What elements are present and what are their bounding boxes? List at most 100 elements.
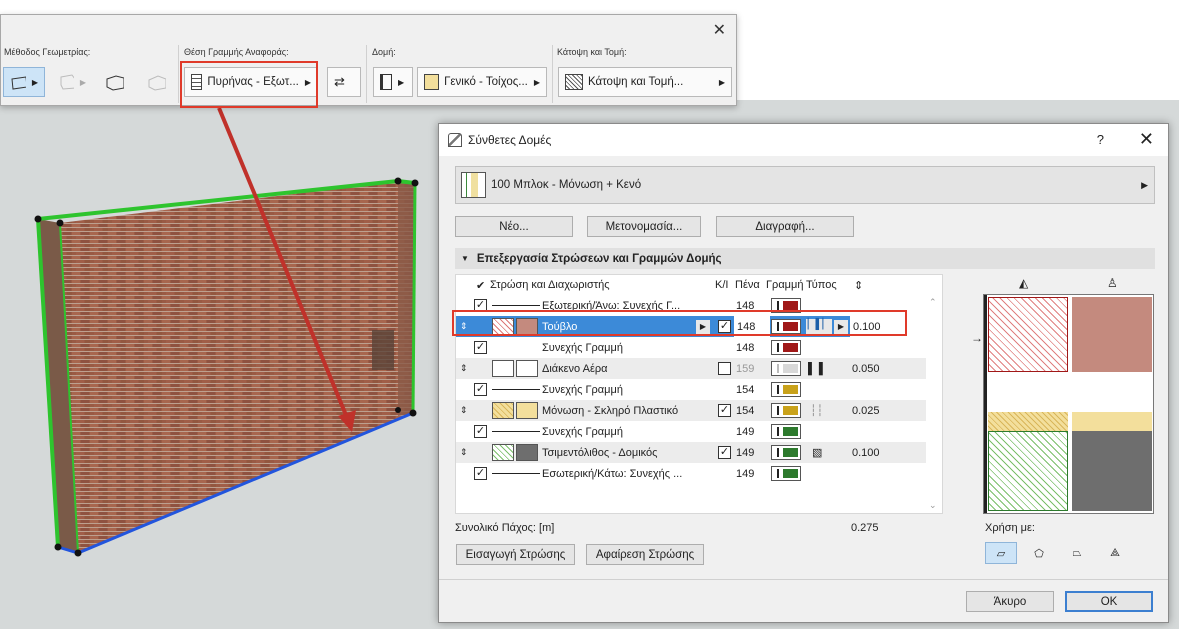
dialog-title: Σύνθετες Δομές [468, 133, 552, 147]
row-pen: 159 [736, 362, 755, 375]
row-pen: 154 [736, 404, 755, 417]
drag-handle-icon[interactable]: ⇕ [460, 442, 468, 463]
geometry-method-group: Μέθοδος Γεωμετρίας: ▶ ▶ [1, 45, 179, 103]
wall-use-icon[interactable]: ▱ [985, 542, 1017, 564]
table-row[interactable]: ✓ Συνεχής Γραμμή 148 [456, 337, 926, 358]
row-pen: 149 [736, 425, 755, 438]
row-checkbox[interactable]: ✓ [474, 383, 487, 396]
surface-paint-icon: ♙ [1107, 276, 1118, 290]
structure-dropdown[interactable]: Γενικό - Τοίχος... ▶ [417, 67, 547, 97]
fill-swatch [516, 360, 538, 377]
thickness-icon: ⇕ [854, 279, 864, 292]
table-row[interactable]: ⇕ Μόνωση - Σκληρό Πλαστικό ✓ 154 ┆┆ 0.02… [456, 400, 926, 421]
row-name: Εσωτερική/Κάτω: Συνεχής ... [542, 467, 683, 480]
row-checkbox[interactable]: ✓ [474, 341, 487, 354]
table-row[interactable]: ⇕ Τσιμεντόλιθος - Δομικός ✓ 149 ▧ 0.100 [456, 442, 926, 463]
insert-layer-button[interactable]: Εισαγωγή Στρώσης [456, 544, 575, 565]
hatch-swatch [492, 360, 514, 377]
floorplan-icon [565, 74, 583, 90]
row-thickness: 0.050 [852, 362, 880, 375]
scroll-down-icon: ⌄ [929, 500, 937, 510]
composite-name: 100 Μπλοκ - Μόνωση + Κενό [491, 179, 642, 191]
straight-wall-button[interactable]: ▶ [3, 67, 45, 97]
line-type-icon: ▧ [812, 447, 823, 459]
table-row[interactable]: ✓ Συνεχής Γραμμή 154 [456, 379, 926, 400]
flip-icon: ⇄ [334, 74, 345, 89]
table-scrollbar[interactable]: ⌃ ⌄ [926, 295, 942, 513]
dialog-close-button[interactable]: ✕ [1139, 129, 1154, 150]
highlight-reference-line [180, 61, 318, 108]
reference-line-marker-icon: → [971, 331, 983, 345]
row-checkbox[interactable]: ✓ [718, 446, 731, 459]
check-all-icon[interactable]: ✔ [476, 279, 485, 292]
floorplan-section-dropdown[interactable]: Κάτοψη και Τομή... ▶ [558, 67, 732, 97]
row-checkbox[interactable]: ✓ [474, 425, 487, 438]
floorplan-label: Κάτοψη και Τομή: [557, 47, 627, 57]
structure-label: Δομή: [372, 47, 396, 57]
roof-use-icon[interactable]: ⏢ [1061, 542, 1093, 564]
slanted-wall-button[interactable] [97, 67, 131, 97]
line-sample-icon [492, 473, 540, 474]
wall-front-face [60, 181, 415, 553]
row-checkbox[interactable] [718, 362, 731, 375]
use-with-label: Χρήση με: [985, 522, 1035, 534]
row-checkbox[interactable]: ✓ [474, 467, 487, 480]
cut-fill-icon: ◭ [1019, 276, 1029, 290]
new-button[interactable]: Νέο... [455, 216, 573, 237]
fill-swatch [516, 444, 538, 461]
col-pen: Πένα [735, 279, 760, 291]
flip-reference-button[interactable]: ⇄ [327, 67, 361, 97]
wall-toolbar-palette: ✕ Μέθοδος Γεωμετρίας: ▶ ▶ Θέση Γραμμής Α… [0, 14, 737, 106]
layers-table-header: ✔ Στρώση και Διαχωριστής K/I Πένα Γραμμή… [456, 275, 942, 295]
ok-button[interactable]: OK [1065, 591, 1153, 612]
row-pen: 149 [736, 446, 755, 459]
row-thickness: 0.100 [852, 446, 880, 459]
structure-group: Δομή: ▶ Γενικό - Τοίχος... ▶ [369, 45, 553, 103]
table-row[interactable]: ✓ Εσωτερική/Κάτω: Συνεχής ... 149 [456, 463, 926, 484]
layers-section-header[interactable]: ▼ Επεξεργασία Στρώσεων και Γραμμών Δομής [455, 248, 1155, 269]
shell-use-icon[interactable]: ⟁ [1099, 542, 1131, 564]
polygonal-wall-button[interactable] [139, 67, 173, 97]
collapse-triangle-icon: ▼ [461, 254, 469, 263]
line-sample-icon [492, 305, 540, 306]
palette-close-icon[interactable]: ✕ [713, 20, 726, 40]
row-name: Συνεχής Γραμμή [542, 341, 623, 354]
composite-icon [461, 172, 486, 198]
row-pen: 148 [736, 341, 755, 354]
remove-layer-button[interactable]: Αφαίρεση Στρώσης [586, 544, 704, 565]
table-row[interactable]: ✓ Συνεχής Γραμμή 149 [456, 421, 926, 442]
row-pen: 149 [736, 467, 755, 480]
table-row[interactable]: ⇕ Διάκενο Αέρα 159 ▌ ▌ 0.050 [456, 358, 926, 379]
slab-use-icon[interactable]: ⬠ [1023, 542, 1055, 564]
wall-3d-view[interactable] [0, 100, 440, 629]
floorplan-group: Κάτοψη και Τομή: Κάτοψη και Τομή... ▶ [554, 45, 736, 103]
row-checkbox[interactable]: ✓ [718, 404, 731, 417]
row-name: Συνεχής Γραμμή [542, 383, 623, 396]
fill-swatch [516, 402, 538, 419]
col-line: Γραμμή [766, 279, 804, 291]
dialog-titlebar: Σύνθετες Δομές ? ✕ [439, 124, 1168, 156]
delete-button[interactable]: Διαγραφή... [716, 216, 854, 237]
rename-button[interactable]: Μετονομασία... [587, 216, 701, 237]
drag-handle-icon[interactable]: ⇕ [460, 358, 468, 379]
cancel-button[interactable]: Άκυρο [966, 591, 1054, 612]
geometry-method-label: Μέθοδος Γεωμετρίας: [4, 47, 91, 57]
reference-line-label: Θέση Γραμμής Αναφοράς: [184, 47, 289, 57]
section-title: Επεξεργασία Στρώσεων και Γραμμών Δομής [476, 252, 722, 265]
trapezoid-wall-button[interactable]: ▶ [51, 67, 93, 97]
composite-preview [983, 294, 1154, 514]
hatch-swatch [492, 402, 514, 419]
help-button[interactable]: ? [1097, 132, 1104, 147]
line-type-icon: ▌ ▌ [808, 362, 827, 375]
col-kl: K/I [715, 279, 729, 291]
drag-handle-icon[interactable]: ⇕ [460, 400, 468, 421]
highlight-selected-row [452, 310, 907, 336]
row-thickness: 0.025 [852, 404, 880, 417]
composite-selector[interactable]: 100 Μπλοκ - Μόνωση + Κενό ▶ [455, 166, 1155, 204]
floorplan-value: Κάτοψη και Τομή... [588, 76, 684, 88]
row-name: Διάκενο Αέρα [542, 362, 608, 375]
structure-type-button[interactable]: ▶ [373, 67, 413, 97]
row-name: Τσιμεντόλιθος - Δομικός [542, 446, 658, 459]
use-with-icons: ▱ ⬠ ⏢ ⟁ [985, 542, 1131, 564]
wall-opening [372, 330, 394, 370]
